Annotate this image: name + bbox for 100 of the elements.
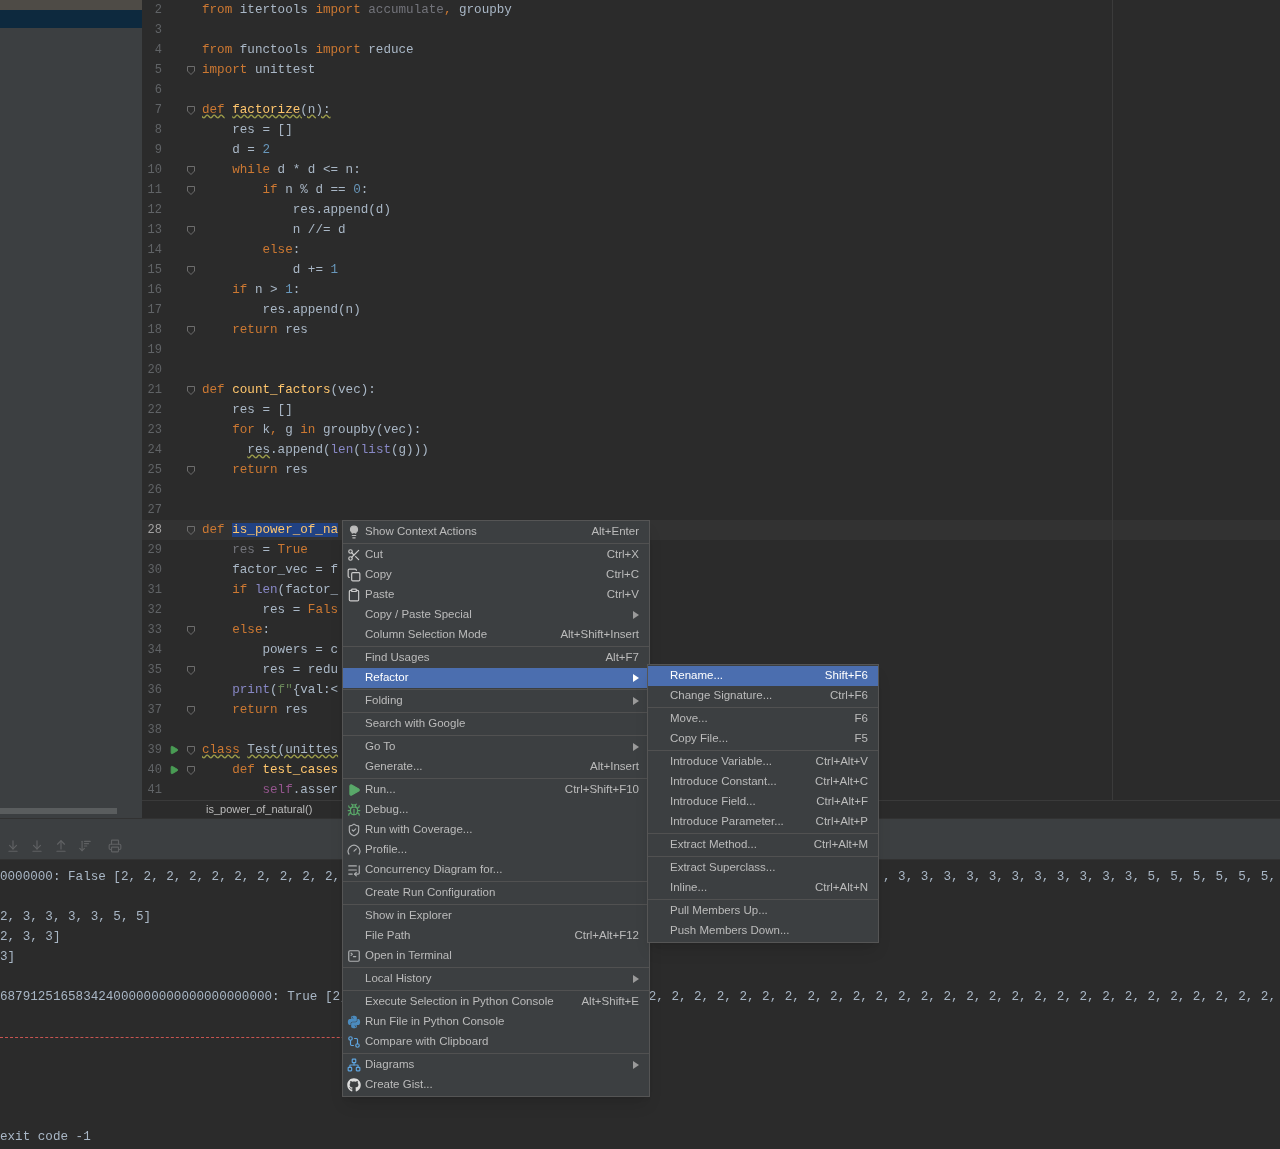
line-number: 17 <box>146 302 162 319</box>
fold-marker-icon[interactable] <box>187 265 195 275</box>
code-line: import unittest <box>202 61 316 79</box>
shortcut-text: Ctrl+Alt+V <box>814 754 868 770</box>
fold-marker-icon[interactable] <box>187 665 195 675</box>
arrow-down-icon[interactable] <box>30 838 44 853</box>
menu-item[interactable]: Introduce Parameter... Ctrl+Alt+P <box>648 812 878 832</box>
menu-item[interactable]: Cut Ctrl+X <box>343 545 649 565</box>
menu-item[interactable]: Column Selection Mode Alt+Shift+Insert <box>343 625 649 645</box>
console-output: 2, 3, 3, 3, 3, 5, 5] <box>0 908 152 926</box>
menu-item[interactable]: Search with Google <box>343 714 649 734</box>
code-line: if n > 1: <box>231 281 301 299</box>
menu-item[interactable]: Create Gist... <box>343 1075 649 1095</box>
menu-item[interactable]: Diagrams <box>343 1055 649 1075</box>
fold-marker-icon[interactable] <box>187 225 195 235</box>
menu-item[interactable]: Debug... <box>343 800 649 820</box>
fold-marker-icon[interactable] <box>187 385 195 395</box>
menu-item[interactable]: Run File in Python Console <box>343 1012 649 1032</box>
code-line: def factorize(n): <box>202 101 331 119</box>
menu-item[interactable]: Rename... Shift+F6 <box>648 666 878 686</box>
menu-item[interactable]: Generate... Alt+Insert <box>343 757 649 777</box>
shortcut-text: Ctrl+Alt+C <box>813 774 868 790</box>
fold-marker-icon[interactable] <box>187 745 195 755</box>
shortcut-text: Shift+F6 <box>823 668 868 684</box>
line-number: 6 <box>153 82 162 99</box>
lightbulb-icon <box>347 525 361 539</box>
console-output: 2, 3, 3] <box>0 928 61 946</box>
fold-marker-icon[interactable] <box>187 465 195 475</box>
shortcut-text: Ctrl+Alt+M <box>812 837 868 853</box>
fold-marker-icon[interactable] <box>187 105 195 115</box>
menu-item[interactable]: Find Usages Alt+F7 <box>343 648 649 668</box>
code-line: d = 2 <box>231 141 271 159</box>
line-number: 26 <box>146 482 162 499</box>
console-output: 2, 2, 2, 2, 2, 2, 2, 2, 2, 2, 2, 2, 2, 2, 2, 2, 2, 2, 2, 2, 2, 2, 2, 2, 2, 2, 2, 2, <box>648 988 1276 1006</box>
fold-marker-icon[interactable] <box>187 705 195 715</box>
fold-marker-icon[interactable] <box>187 625 195 635</box>
clipboard-icon <box>347 588 361 602</box>
menu-item[interactable]: Folding <box>343 691 649 711</box>
menu-item[interactable]: Show in Explorer <box>343 906 649 926</box>
menu-item[interactable]: File Path Ctrl+Alt+F12 <box>343 926 649 946</box>
menu-item[interactable]: Run with Coverage... <box>343 820 649 840</box>
menu-item[interactable]: Copy File... F5 <box>648 729 878 749</box>
code-line: self.asser <box>261 781 339 799</box>
line-number: 31 <box>146 582 162 599</box>
line-number: 3 <box>153 22 162 39</box>
shortcut-text: Ctrl+Alt+N <box>813 880 868 896</box>
code-line: while d * d <= n: <box>231 161 361 179</box>
menu-item[interactable]: Inline... Ctrl+Alt+N <box>648 878 878 898</box>
menu-item[interactable]: Pull Members Up... <box>648 901 878 921</box>
menu-item[interactable]: Run... Ctrl+Shift+F10 <box>343 780 649 800</box>
code-line: factor_vec = f <box>231 561 339 579</box>
menu-item[interactable]: Extract Superclass... <box>648 858 878 878</box>
menu-item[interactable]: Execute Selection in Python Console Alt+Shift+E <box>343 992 649 1012</box>
menu-item[interactable]: Profile... <box>343 840 649 860</box>
menu-item[interactable]: Go To <box>343 737 649 757</box>
menu-item[interactable]: Introduce Field... Ctrl+Alt+F <box>648 792 878 812</box>
line-number: 18 <box>146 322 162 339</box>
play-icon <box>347 783 361 797</box>
line-number: 41 <box>146 782 162 799</box>
menu-item[interactable]: Concurrency Diagram for... <box>343 860 649 880</box>
arrow-up-icon[interactable] <box>54 838 68 853</box>
menu-item[interactable]: Compare with Clipboard <box>343 1032 649 1052</box>
line-number: 20 <box>146 362 162 379</box>
fold-marker-icon[interactable] <box>187 525 195 535</box>
sort-icon[interactable] <box>78 838 92 853</box>
line-number: 16 <box>146 282 162 299</box>
menu-item[interactable]: Extract Method... Ctrl+Alt+M <box>648 835 878 855</box>
run-icon[interactable] <box>169 745 179 755</box>
console-output: 0000000: False [2, 2, 2, 2, 2, 2, 2, 2, 2, 2, <box>0 868 341 886</box>
breadcrumb[interactable]: is_power_of_natural() <box>206 801 313 818</box>
menu-item[interactable]: Create Run Configuration <box>343 883 649 903</box>
line-number: 23 <box>146 422 162 439</box>
shortcut-text: Ctrl+F6 <box>828 688 868 704</box>
printer-icon[interactable] <box>108 838 122 853</box>
code-line: for k, g in groupby(vec): <box>231 421 422 439</box>
menu-item[interactable]: Open in Terminal <box>343 946 649 966</box>
line-number: 9 <box>153 142 162 159</box>
fold-marker-icon[interactable] <box>187 65 195 75</box>
menu-item[interactable]: Refactor <box>343 668 649 688</box>
menu-item[interactable]: Introduce Constant... Ctrl+Alt+C <box>648 772 878 792</box>
fold-marker-icon[interactable] <box>187 325 195 335</box>
menu-item[interactable]: Local History <box>343 969 649 989</box>
menu-item[interactable]: Move... F6 <box>648 709 878 729</box>
menu-item[interactable]: Copy Ctrl+C <box>343 565 649 585</box>
menu-item[interactable]: Change Signature... Ctrl+F6 <box>648 686 878 706</box>
menu-item[interactable]: Introduce Variable... Ctrl+Alt+V <box>648 752 878 772</box>
menu-item[interactable]: Show Context Actions Alt+Enter <box>343 522 649 542</box>
line-number: 35 <box>146 662 162 679</box>
menu-item[interactable]: Copy / Paste Special <box>343 605 649 625</box>
menu-item[interactable]: Push Members Down... <box>648 921 878 941</box>
run-icon[interactable] <box>169 765 179 775</box>
fold-marker-icon[interactable] <box>187 185 195 195</box>
fold-marker-icon[interactable] <box>187 765 195 775</box>
scrollbar-thumb[interactable] <box>0 808 117 814</box>
line-number: 15 <box>146 262 162 279</box>
line-number: 33 <box>146 622 162 639</box>
line-number: 12 <box>146 202 162 219</box>
arrow-down-icon[interactable] <box>6 838 20 853</box>
menu-item[interactable]: Paste Ctrl+V <box>343 585 649 605</box>
fold-marker-icon[interactable] <box>187 165 195 175</box>
